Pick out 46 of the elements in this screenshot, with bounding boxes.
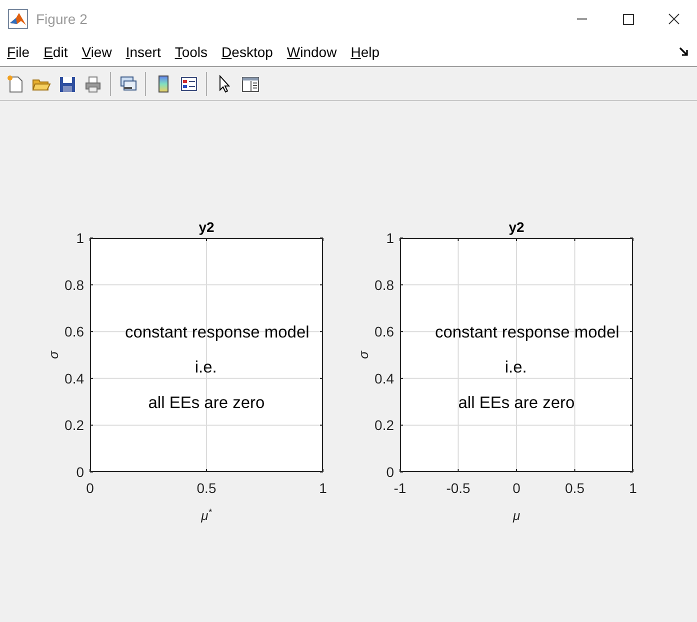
tick-label: 0.2 (64, 417, 84, 434)
x-axis-label: μ$^{*}$ (201, 507, 212, 523)
tick-label: 0.8 (64, 276, 84, 293)
y-axis-label: σ (46, 351, 61, 359)
tick-label: 0 (386, 464, 394, 480)
tick-label: 1 (386, 230, 394, 246)
annotation-text: all EEs are zero (148, 394, 265, 412)
chart-title: y2 (198, 219, 214, 235)
menu-item[interactable]: File (0, 40, 37, 64)
linked-windows-icon[interactable] (118, 74, 138, 94)
window-title: Figure 2 (36, 10, 88, 29)
annotation-text: constant response model (434, 324, 620, 342)
tick-label: 0.5 (565, 480, 584, 496)
tick-label: 0.4 (64, 370, 84, 386)
menu-item[interactable]: Tools (168, 40, 215, 64)
tick-label: -0.5 (446, 480, 470, 496)
tick-label: 0 (512, 480, 520, 496)
menu-item[interactable]: View (74, 40, 119, 64)
tick-label: -1 (394, 480, 406, 496)
app-logo-icon (8, 9, 28, 29)
tick-label: 0 (86, 480, 94, 496)
chart-title: y2 (508, 219, 524, 235)
tick-label: 1 (629, 480, 637, 496)
tick-label: 0.2 (374, 417, 394, 434)
menu-item[interactable]: Insert (118, 40, 168, 64)
annotation-text: all EEs are zero (458, 394, 575, 412)
annotation-text: constant response model (124, 324, 310, 342)
tick-label: 0.4 (374, 370, 394, 386)
menu-item[interactable]: Help (344, 40, 387, 64)
annotation-text: i.e. (194, 358, 217, 377)
tick-label: 0.6 (64, 324, 84, 340)
tick-label: 0 (76, 464, 84, 480)
tick-label: 0.5 (196, 480, 216, 496)
dock-arrow-icon[interactable] (679, 47, 689, 57)
y-axis-label: σ (356, 351, 371, 359)
new-file-icon[interactable] (5, 74, 25, 94)
menu-item[interactable]: Edit (36, 40, 75, 64)
tick-label: 0.8 (374, 276, 394, 293)
annotation-text: i.e. (504, 358, 527, 377)
menu-item[interactable]: Window (280, 40, 344, 64)
tick-label: 1 (319, 480, 327, 496)
menu-item[interactable]: Desktop (214, 40, 280, 64)
printer-icon[interactable] (83, 74, 103, 94)
tick-label: 0.6 (374, 324, 394, 340)
x-axis-label: μ (512, 508, 520, 523)
tick-label: 1 (76, 230, 84, 246)
